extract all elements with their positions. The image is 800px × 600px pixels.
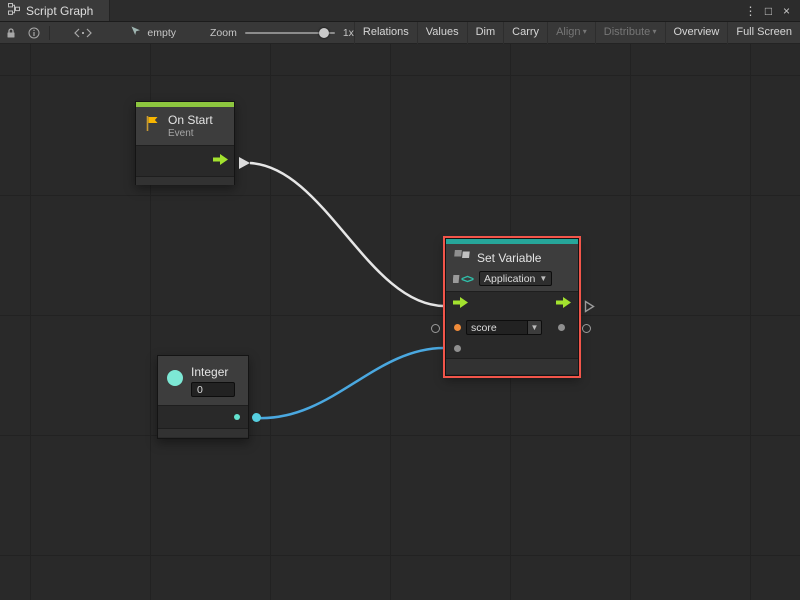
chevron-down-icon: ▼	[527, 321, 541, 334]
node-title: Integer	[191, 365, 235, 379]
zoom-to-fit-group[interactable]: empty	[130, 25, 176, 40]
node-on-start[interactable]: On Start Event	[135, 101, 235, 185]
variable-name-select[interactable]: score ▼	[466, 320, 542, 335]
menu-icon[interactable]: ⋮	[742, 1, 759, 21]
variable-name-value: score	[467, 321, 527, 334]
overview-button[interactable]: Overview	[665, 22, 728, 44]
flow-input-port[interactable]	[453, 295, 468, 313]
value-output-port[interactable]	[558, 324, 565, 331]
cursor-icon	[130, 25, 142, 40]
unconnected-port-ring-left[interactable]	[431, 324, 440, 333]
close-icon[interactable]: ×	[778, 1, 795, 21]
node-title: Set Variable	[477, 251, 541, 265]
on-start-header: On Start Event	[136, 107, 234, 146]
zoom-value: 1x	[343, 27, 354, 39]
zoom-label: Zoom	[210, 27, 237, 39]
dim-button[interactable]: Dim	[467, 22, 504, 44]
variable-scope-dropdown[interactable]: Application ▼	[479, 271, 552, 286]
carry-button[interactable]: Carry	[503, 22, 547, 44]
variable-name-port[interactable]	[454, 324, 461, 331]
window-controls: ⋮ □ ×	[742, 0, 800, 21]
lock-icon[interactable]	[0, 22, 22, 43]
integer-wire-endpoint-dot[interactable]	[252, 413, 261, 422]
graph-canvas[interactable]: On Start Event Integer 0	[0, 44, 800, 600]
node-set-variable[interactable]: Set Variable <> Application ▼	[445, 238, 579, 376]
scope-value: Application	[484, 273, 535, 285]
graph-toolbar: empty Zoom 1x Relations Values Dim Carry…	[0, 22, 800, 44]
align-button[interactable]: Align	[547, 22, 595, 44]
unconnected-port-ring-right[interactable]	[582, 324, 591, 333]
wire-layer	[0, 44, 800, 600]
script-graph-icon	[8, 3, 20, 18]
value-input-port[interactable]	[454, 345, 461, 352]
code-preview-icon[interactable]	[72, 22, 94, 43]
code-kind-icon: <>	[453, 272, 473, 286]
maximize-icon[interactable]: □	[760, 1, 777, 21]
integer-value-field[interactable]: 0	[191, 382, 235, 397]
distribute-button[interactable]: Distribute	[595, 22, 665, 44]
chevron-down-icon: ▼	[539, 274, 547, 283]
set-variable-footer	[446, 359, 578, 374]
node-subtitle: Event	[168, 128, 213, 139]
empty-label: empty	[147, 27, 176, 39]
integer-icon	[166, 369, 184, 392]
integer-ports	[158, 406, 248, 429]
integer-footer	[158, 429, 248, 437]
variables-icon	[453, 249, 471, 267]
values-button[interactable]: Values	[417, 22, 467, 44]
integer-header: Integer 0	[158, 356, 248, 406]
relations-button[interactable]: Relations	[354, 22, 417, 44]
set-variable-ports: score ▼	[446, 292, 578, 359]
tab-script-graph[interactable]: Script Graph	[0, 0, 110, 21]
node-integer[interactable]: Integer 0	[157, 355, 249, 439]
zoom-slider-handle[interactable]	[319, 28, 329, 38]
on-start-footer	[136, 177, 234, 185]
flow-continuation-triangle[interactable]	[584, 300, 595, 318]
zoom-slider[interactable]	[245, 27, 335, 39]
titlebar: Script Graph ⋮ □ ×	[0, 0, 800, 22]
tab-title: Script Graph	[26, 4, 93, 18]
carried-output-triangle[interactable]	[239, 157, 250, 169]
info-icon[interactable]	[22, 22, 44, 43]
zoom-group: Zoom 1x	[210, 27, 354, 39]
wire-onstart-to-setvariable[interactable]	[250, 163, 444, 306]
on-start-ports	[136, 146, 234, 177]
flow-output-port[interactable]	[556, 295, 571, 313]
node-title: On Start	[168, 113, 213, 127]
toolbar-separator	[49, 26, 50, 40]
number-output-port[interactable]	[234, 414, 240, 420]
set-variable-header: Set Variable <> Application ▼	[446, 244, 578, 292]
flow-output-port[interactable]	[213, 152, 228, 170]
wire-integer-to-setvariable[interactable]	[257, 348, 444, 418]
fullscreen-button[interactable]: Full Screen	[727, 22, 800, 44]
flag-icon	[144, 115, 161, 137]
